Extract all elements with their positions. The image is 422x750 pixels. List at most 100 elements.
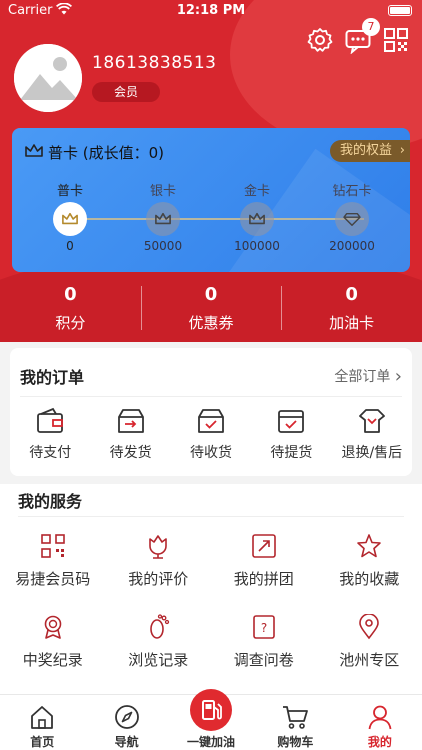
user-phone: 18613838513 [92,53,217,73]
tab-label: 一键加油 [187,735,236,749]
chevron-right-icon: › [394,366,402,387]
user-icon [338,703,422,731]
tier-diamond-icon [335,202,369,236]
stat-points[interactable]: 0 积分 [0,282,141,338]
my-orders-card: 我的订单 全部订单 › 待支付 待发货 待收货 待提货 退换/售后 [10,348,412,476]
services-grid: 易捷会员码 我的评价 我的拼团 我的收藏 中奖纪录 浏览记录 ? 调查问卷 池州 [0,532,422,670]
tier-crown-icon [53,202,87,236]
order-status-row: 待支付 待发货 待收货 待提货 退换/售后 [10,406,412,462]
svg-text:?: ? [261,621,267,635]
my-rights-button[interactable]: 我的权益 › [329,140,410,162]
service-browse-history[interactable]: 浏览记录 [106,613,212,670]
membership-level-card[interactable]: 普卡 (成长值：0) 我的权益 › 普卡 0 银卡 50000 金卡 10000… [12,128,410,272]
tier-threshold: 0 [66,239,74,253]
tier-normal: 普卡 0 [30,180,110,253]
stat-label: 优惠券 [188,314,234,332]
orders-title: 我的订单 [20,368,85,387]
order-pending-pickup[interactable]: 待提货 [251,406,331,462]
chevron-right-icon: › [399,143,405,158]
order-pending-payment[interactable]: 待支付 [10,406,90,462]
group-buy-icon [211,532,317,560]
order-item-label: 退换/售后 [341,445,403,461]
wrench-icon [332,406,412,436]
service-label: 浏览记录 [128,651,189,669]
message-badge: 7 [362,18,380,36]
avatar[interactable] [14,44,82,112]
tab-label: 首页 [30,735,55,749]
battery-icon [388,5,412,16]
qr-code-icon[interactable] [382,26,410,54]
tier-name: 钻石卡 [332,184,372,199]
service-prize-records[interactable]: 中奖纪录 [0,613,106,670]
tab-mine[interactable]: 我的 [338,695,422,750]
box-send-icon [90,406,170,436]
level-title: 普卡 (成长值：0) [48,144,165,162]
tab-cart[interactable]: 购物车 [253,695,337,750]
service-label: 池州专区 [339,651,400,669]
service-favorites[interactable]: 我的收藏 [317,532,422,589]
service-member-code[interactable]: 易捷会员码 [0,532,106,589]
cart-icon [253,703,337,731]
flower-icon [106,532,212,560]
order-item-label: 待提货 [270,445,313,461]
service-label: 中奖纪录 [22,651,83,669]
divider [18,516,404,517]
order-item-label: 待发货 [109,445,152,461]
tier-threshold: 50000 [143,239,183,253]
stat-value: 0 [204,284,218,305]
service-my-reviews[interactable]: 我的评价 [106,532,212,589]
services-title: 我的服务 [18,492,83,511]
tier-gold: 金卡 100000 [217,180,297,253]
tier-threshold: 200000 [329,239,375,253]
stat-fuel-card[interactable]: 0 加油卡 [281,282,422,338]
service-label: 我的评价 [128,570,189,588]
service-group-buy[interactable]: 我的拼团 [211,532,317,589]
bottom-tab-bar: 首页 导航 一键加油 购物车 我的 [0,689,422,750]
award-icon [0,613,106,641]
tab-navigation[interactable]: 导航 [84,695,168,750]
divider [20,396,402,397]
tab-label: 购物车 [277,735,314,749]
star-icon [317,532,422,560]
crown-icon [24,142,44,164]
tier-crown-icon [240,202,274,236]
tier-silver: 银卡 50000 [123,180,203,253]
tier-name: 普卡 [56,184,83,199]
home-icon [0,703,84,731]
tab-quick-refuel[interactable]: 一键加油 [169,689,253,750]
pickup-icon [251,406,331,436]
service-chizhou-zone[interactable]: 池州专区 [317,613,422,670]
stat-value: 0 [64,284,77,305]
service-label: 我的收藏 [339,570,400,588]
service-label: 易捷会员码 [15,570,91,588]
order-pending-shipment[interactable]: 待发货 [90,406,170,462]
order-after-sales[interactable]: 退换/售后 [332,406,412,462]
order-item-label: 待收货 [190,445,233,461]
compass-icon [84,703,168,731]
my-rights-label: 我的权益 [339,143,392,158]
tab-home[interactable]: 首页 [0,695,84,750]
all-orders-label: 全部订单 [334,369,391,385]
location-pin-icon [317,613,422,641]
footprint-icon [106,613,212,641]
service-label: 我的拼团 [233,570,294,588]
my-services-section: 我的服务 易捷会员码 我的评价 我的拼团 我的收藏 中奖纪录 浏览记录 ? 调查… [0,484,422,694]
avatar-placeholder-icon [14,44,82,112]
message-icon[interactable]: 7 [344,18,380,55]
tier-crown-icon [146,202,180,236]
stat-value: 0 [345,284,358,305]
stat-coupons[interactable]: 0 优惠券 [140,282,282,338]
all-orders-link[interactable]: 全部订单 › [334,366,402,387]
tab-label: 我的 [367,735,392,749]
header-actions: 7 [306,18,410,55]
status-bar: Carrier 12:18 PM [0,0,422,22]
settings-icon[interactable] [306,26,334,54]
tier-name: 金卡 [243,184,270,199]
service-survey[interactable]: ? 调查问卷 [211,613,317,670]
wallet-icon [10,406,90,436]
tab-label: 导航 [114,735,139,749]
fuel-pump-icon [190,689,233,731]
order-pending-receipt[interactable]: 待收货 [171,406,251,462]
member-badge: 会员 [92,82,160,102]
box-receive-icon [171,406,251,436]
